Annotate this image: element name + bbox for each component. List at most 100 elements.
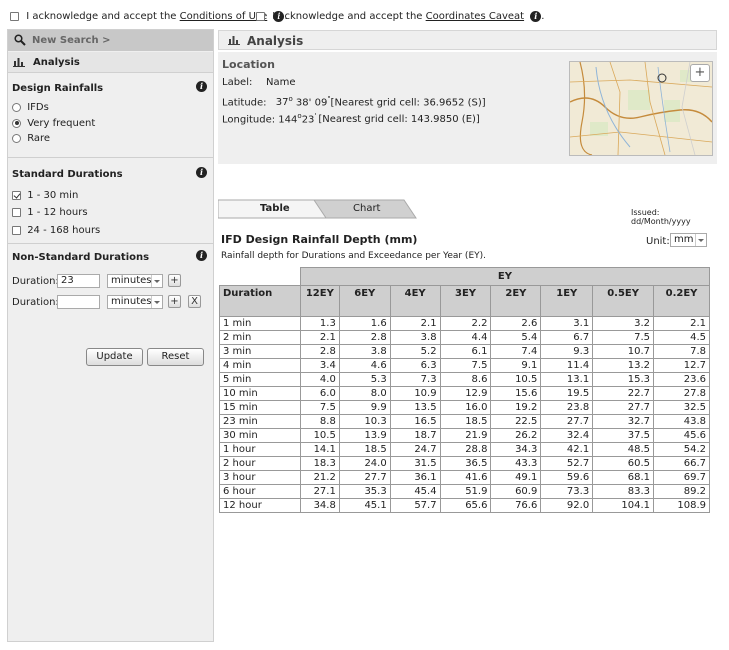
checkbox-label: 1 - 30 min <box>27 190 79 201</box>
value-cell: 43.8 <box>653 414 710 429</box>
page-title: Analysis <box>247 34 304 48</box>
tab-table[interactable]: Table <box>260 203 290 214</box>
value-cell: 5.4 <box>490 330 542 345</box>
info-icon[interactable]: i <box>196 167 207 178</box>
duration-unit-select[interactable]: minutes <box>107 274 163 288</box>
value-cell: 22.5 <box>490 414 542 429</box>
caveat-checkbox[interactable] <box>256 11 265 21</box>
value-cell: 7.5 <box>439 358 492 373</box>
value-cell: 3.4 <box>299 358 340 373</box>
longitude-key: Longitude: <box>222 114 276 126</box>
table-subtitle: Rainfall depth for Durations and Exceeda… <box>221 251 486 261</box>
duration-cell: 1 min <box>219 316 301 331</box>
value-cell: 16.0 <box>439 400 492 415</box>
conditions-of-use-link[interactable]: Conditions of Use <box>180 11 268 22</box>
value-cell: 3.8 <box>389 330 441 345</box>
checkbox-label: 24 - 168 hours <box>27 225 101 236</box>
table-row: 6 hour 27.1 35.3 45.4 51.9 60.9 73.3 83.3 89.2 <box>219 484 710 499</box>
info-icon[interactable]: i <box>530 11 542 22</box>
location-panel: Location Label: Name Latitude: 37o 38' 0… <box>218 52 717 164</box>
duration-option-24-168-hours[interactable]: 24 - 168 hours <box>12 225 100 236</box>
value-cell: 45.6 <box>653 428 710 443</box>
value-cell: 2.1 <box>389 316 441 331</box>
value-cell: 10.7 <box>592 344 655 359</box>
sidebar-analysis-header: Analysis <box>8 52 213 73</box>
table-row: 3 hour 21.2 27.7 36.1 41.6 49.1 59.6 68.1 69.7 <box>219 470 710 485</box>
value-cell: 69.7 <box>653 470 710 485</box>
value-cell: 5.3 <box>338 372 391 387</box>
ifd-table: EY Duration 12EY 6EY 4EY 3EY 2EY 1EY 0.5EY 0.2E… <box>219 267 711 513</box>
checkbox[interactable] <box>12 190 21 200</box>
checkbox[interactable] <box>12 207 21 217</box>
value-cell: 15.6 <box>490 386 542 401</box>
value-cell: 2.8 <box>299 344 340 359</box>
radio-ifds[interactable]: IFDs <box>12 102 49 113</box>
value-cell: 21.9 <box>439 428 492 443</box>
radio-button[interactable] <box>12 133 21 143</box>
duration-cell: 30 min <box>219 428 301 443</box>
divider <box>8 243 213 244</box>
value-cell: 7.5 <box>592 330 655 345</box>
duration-label: Duration: <box>12 276 59 287</box>
value-cell: 48.5 <box>592 442 655 457</box>
add-duration-button[interactable]: + <box>168 274 181 287</box>
value-cell: 7.4 <box>490 344 542 359</box>
conditions-checkbox[interactable] <box>10 11 19 21</box>
duration-cell: 15 min <box>219 400 301 415</box>
new-search-label[interactable]: New Search > <box>32 35 110 46</box>
map-zoom-in-button[interactable]: + <box>690 64 710 82</box>
value-cell: 13.2 <box>592 358 655 373</box>
value-cell: 4.0 <box>299 372 340 387</box>
value-cell: 36.1 <box>389 470 441 485</box>
radio-button[interactable] <box>12 102 21 112</box>
analysis-header: Analysis <box>218 30 717 50</box>
duration-cell: 2 hour <box>219 456 301 471</box>
new-search-bar[interactable]: New Search > <box>8 30 213 51</box>
duration-label: Duration: <box>12 297 59 308</box>
radio-very-frequent[interactable]: Very frequent <box>12 118 95 129</box>
location-map[interactable]: + <box>569 61 713 156</box>
value-cell: 68.1 <box>592 470 655 485</box>
value-cell: 13.1 <box>540 372 594 387</box>
reset-button[interactable]: Reset <box>147 348 204 366</box>
value-cell: 10.5 <box>299 428 340 443</box>
column-header: 6EY <box>338 285 391 317</box>
duration-column-header: Duration <box>219 285 301 317</box>
duration-cell: 5 min <box>219 372 301 387</box>
unit-select[interactable]: mm <box>670 233 707 247</box>
duration-cell: 6 hour <box>219 484 301 499</box>
duration-unit-select[interactable]: minutes <box>107 295 163 309</box>
radio-label: IFDs <box>27 102 49 113</box>
sidebar-analysis-label: Analysis <box>33 57 80 68</box>
duration-cell: 3 min <box>219 344 301 359</box>
standard-durations-title: Standard Durations <box>12 169 123 180</box>
duration-cell: 12 hour <box>219 498 301 513</box>
value-cell: 60.9 <box>490 484 542 499</box>
duration-option-1-30-min[interactable]: 1 - 30 min <box>12 190 78 201</box>
longitude-degrees: 144 <box>278 114 298 126</box>
duration-input[interactable] <box>57 295 100 309</box>
remove-duration-button[interactable]: X <box>188 295 201 308</box>
duration-option-1-12-hours[interactable]: 1 - 12 hours <box>12 207 88 218</box>
value-cell: 22.7 <box>592 386 655 401</box>
info-icon[interactable]: i <box>196 81 207 92</box>
info-icon[interactable]: i <box>196 250 207 261</box>
radio-button[interactable] <box>12 118 21 128</box>
value-cell: 108.9 <box>653 498 710 513</box>
value-cell: 12.9 <box>439 386 492 401</box>
value-cell: 7.8 <box>653 344 710 359</box>
value-cell: 19.2 <box>490 400 542 415</box>
radio-label: Rare <box>27 133 51 144</box>
coordinates-caveat-link[interactable]: Coordinates Caveat <box>426 11 524 22</box>
value-cell: 12.7 <box>653 358 710 373</box>
checkbox[interactable] <box>12 225 21 235</box>
chart-icon <box>13 58 25 67</box>
value-cell: 21.2 <box>299 470 340 485</box>
radio-rare[interactable]: Rare <box>12 133 50 144</box>
duration-input[interactable]: 23 <box>57 274 100 288</box>
add-duration-button[interactable]: + <box>168 295 181 308</box>
ey-group-header: EY <box>299 267 711 286</box>
tab-chart[interactable]: Chart <box>353 203 380 214</box>
update-button[interactable]: Update <box>86 348 143 366</box>
value-cell: 52.7 <box>540 456 594 471</box>
